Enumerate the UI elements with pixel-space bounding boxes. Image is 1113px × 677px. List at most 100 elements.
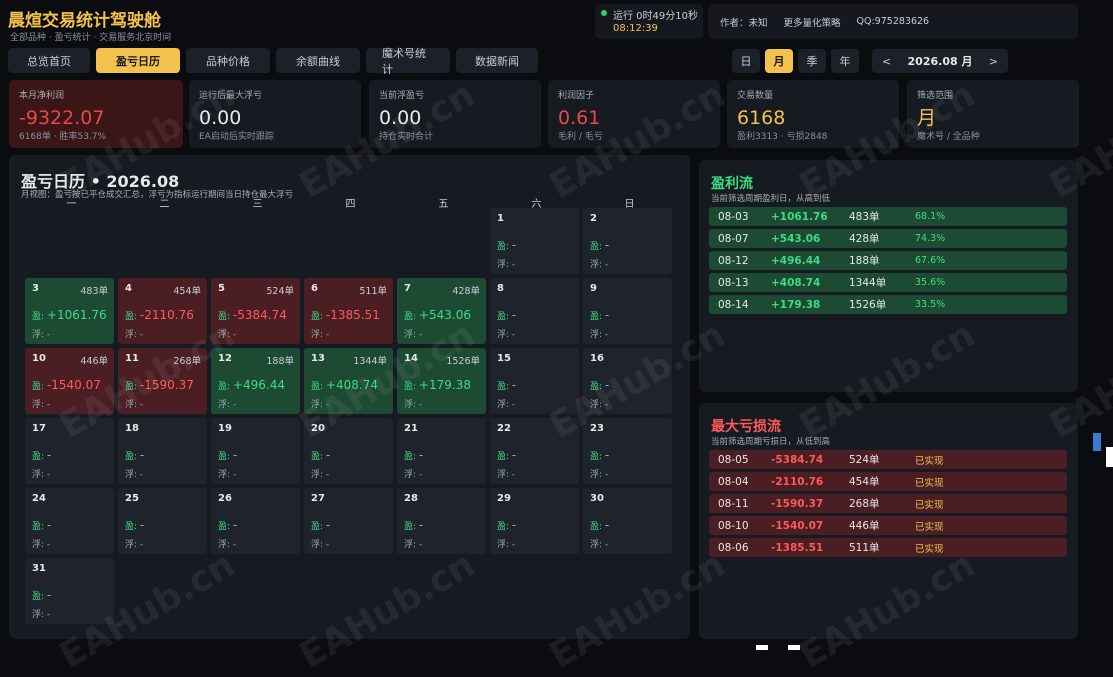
- calendar-day-cell[interactable]: 31 盈: - 浮: -: [25, 558, 114, 624]
- calendar-day-cell[interactable]: 5 524单 盈: -5384.74 浮: -: [211, 278, 300, 344]
- tab-overview[interactable]: 总览首页: [8, 48, 90, 73]
- calendar-day-cell[interactable]: 28 盈: - 浮: -: [397, 488, 486, 554]
- pnl-value: +179.38: [418, 378, 471, 392]
- profit_flow-row[interactable]: 08-14 +179.38 1526单 33.5%: [709, 295, 1067, 314]
- float-label: 浮:: [218, 330, 231, 340]
- profit_flow-row[interactable]: 08-13 +408.74 1344单 35.6%: [709, 273, 1067, 292]
- stat-max-floating-loss: 运行后最大浮亏 0.00 EA启动后实时跟踪: [189, 80, 361, 148]
- profit_flow-row[interactable]: 08-12 +496.44 188单 67.6%: [709, 251, 1067, 270]
- day-float: 浮: -: [590, 257, 608, 270]
- calendar-day-cell[interactable]: 30 盈: - 浮: -: [583, 488, 672, 554]
- loss_flow-row[interactable]: 08-10 -1540.07 446单 已实现: [709, 516, 1067, 535]
- calendar-day-cell[interactable]: 8 盈: - 浮: -: [490, 278, 579, 344]
- calendar-day-cell[interactable]: 13 1344单 盈: +408.74 浮: -: [304, 348, 393, 414]
- day-number: 6: [311, 283, 318, 294]
- row-date: 08-04: [718, 475, 749, 488]
- info-box: 作者：未知 更多量化策略 QQ:975283626: [708, 4, 1078, 39]
- period-quarter-button[interactable]: 季: [798, 49, 826, 73]
- calendar-day-cell[interactable]: 27 盈: - 浮: -: [304, 488, 393, 554]
- day-pnl: 盈: -: [590, 308, 609, 322]
- calendar-day-cell[interactable]: 4 454单 盈: -2110.76 浮: -: [118, 278, 207, 344]
- calendar-day-cell[interactable]: 14 1526单 盈: +179.38 浮: -: [397, 348, 486, 414]
- tab-pnl-calendar[interactable]: 盈亏日历: [96, 48, 180, 73]
- day-pnl: 盈: -1385.51: [311, 308, 380, 322]
- float-value: -: [604, 330, 609, 340]
- loss_flow-row[interactable]: 08-04 -2110.76 454单 已实现: [709, 472, 1067, 491]
- calendar-day-cell[interactable]: 26 盈: - 浮: -: [211, 488, 300, 554]
- calendar-day-cell[interactable]: 29 盈: - 浮: -: [490, 488, 579, 554]
- calendar-day-cell[interactable]: 17 盈: - 浮: -: [25, 418, 114, 484]
- calendar-day-cell[interactable]: 3 483单 盈: +1061.76 浮: -: [25, 278, 114, 344]
- float-label: 浮:: [497, 260, 510, 270]
- calendar-day-cell[interactable]: 2 盈: - 浮: -: [583, 208, 672, 274]
- calendar-day-cell[interactable]: 7 428单 盈: +543.06 浮: -: [397, 278, 486, 344]
- day-float: 浮: -: [311, 397, 329, 410]
- calendar-day-cell[interactable]: 6 511单 盈: -1385.51 浮: -: [304, 278, 393, 344]
- next-month-button[interactable]: >: [989, 55, 998, 68]
- profit_flow-row[interactable]: 08-03 +1061.76 483单 68.1%: [709, 207, 1067, 226]
- float-value: -: [418, 540, 423, 550]
- pnl-label: 盈:: [32, 522, 45, 532]
- pnl-label: 盈:: [497, 452, 510, 462]
- row-value: +543.06: [771, 232, 821, 245]
- calendar-day-cell[interactable]: 22 盈: - 浮: -: [490, 418, 579, 484]
- calendar-day-cell[interactable]: 21 盈: - 浮: -: [397, 418, 486, 484]
- calendar-day-cell[interactable]: 12 188单 盈: +496.44 浮: -: [211, 348, 300, 414]
- float-label: 浮:: [218, 540, 231, 550]
- calendar-day-cell[interactable]: 1 盈: - 浮: -: [490, 208, 579, 274]
- calendar-day-cell[interactable]: 23 盈: - 浮: -: [583, 418, 672, 484]
- period-month-button[interactable]: 月: [765, 49, 793, 73]
- row-orders: 524单: [849, 454, 880, 466]
- period-year-button[interactable]: 年: [831, 49, 859, 73]
- float-label: 浮:: [590, 540, 603, 550]
- day-float: 浮: -: [218, 397, 236, 410]
- more-strategies-link[interactable]: 更多量化策略: [784, 15, 841, 29]
- tab-data-news[interactable]: 数据新闻: [456, 48, 538, 73]
- float-label: 浮:: [497, 540, 510, 550]
- row-orders: 511单: [849, 542, 880, 554]
- stat-value: 0.00: [199, 107, 242, 129]
- calendar-day-cell[interactable]: 25 盈: - 浮: -: [118, 488, 207, 554]
- stat-profit-factor: 利润因子 0.61 毛利 / 毛亏: [548, 80, 720, 148]
- day-order-count: 188单: [266, 356, 294, 367]
- pnl-label: 盈:: [404, 522, 417, 532]
- calendar-day-cell[interactable]: 10 446单 盈: -1540.07 浮: -: [25, 348, 114, 414]
- tab-magic-stats[interactable]: 魔术号统计: [366, 47, 450, 76]
- status-dot-icon: [601, 10, 607, 16]
- float-label: 浮:: [497, 330, 510, 340]
- pnl-value: -: [511, 448, 517, 462]
- loss_flow-row[interactable]: 08-06 -1385.51 511单 已实现: [709, 538, 1067, 557]
- pnl-label: 盈:: [497, 382, 510, 392]
- prev-month-button[interactable]: <: [882, 55, 891, 68]
- day-number: 23: [590, 423, 604, 434]
- period-day-button[interactable]: 日: [732, 49, 760, 73]
- tab-balance-curve[interactable]: 余额曲线: [276, 48, 360, 73]
- float-label: 浮:: [311, 470, 324, 480]
- calendar-day-cell[interactable]: 9 盈: - 浮: -: [583, 278, 672, 344]
- author-label: 作者：未知: [720, 17, 768, 29]
- pnl-label: 盈:: [218, 452, 231, 462]
- app-title: 晨煊交易统计驾驶舱: [8, 11, 161, 31]
- float-value: -: [232, 330, 237, 340]
- float-value: -: [604, 400, 609, 410]
- calendar-day-cell[interactable]: 11 268单 盈: -1590.37 浮: -: [118, 348, 207, 414]
- float-label: 浮:: [125, 400, 138, 410]
- calendar-day-cell[interactable]: 24 盈: - 浮: -: [25, 488, 114, 554]
- pnl-label: 盈:: [125, 382, 138, 392]
- calendar-day-cell[interactable]: 20 盈: - 浮: -: [304, 418, 393, 484]
- float-label: 浮:: [32, 330, 45, 340]
- calendar-day-cell[interactable]: 15 盈: - 浮: -: [490, 348, 579, 414]
- float-label: 浮:: [404, 400, 417, 410]
- pnl-label: 盈:: [32, 592, 45, 602]
- loss_flow-row[interactable]: 08-05 -5384.74 524单 已实现: [709, 450, 1067, 469]
- row-date: 08-14: [718, 298, 749, 311]
- calendar-day-cell[interactable]: 18 盈: - 浮: -: [118, 418, 207, 484]
- float-value: -: [232, 470, 237, 480]
- calendar-day-cell[interactable]: 19 盈: - 浮: -: [211, 418, 300, 484]
- calendar-day-cell[interactable]: 16 盈: - 浮: -: [583, 348, 672, 414]
- day-float: 浮: -: [590, 327, 608, 340]
- pnl-value: -: [325, 518, 331, 532]
- tab-symbol-price[interactable]: 品种价格: [186, 48, 270, 73]
- loss_flow-row[interactable]: 08-11 -1590.37 268单 已实现: [709, 494, 1067, 513]
- profit_flow-row[interactable]: 08-07 +543.06 428单 74.3%: [709, 229, 1067, 248]
